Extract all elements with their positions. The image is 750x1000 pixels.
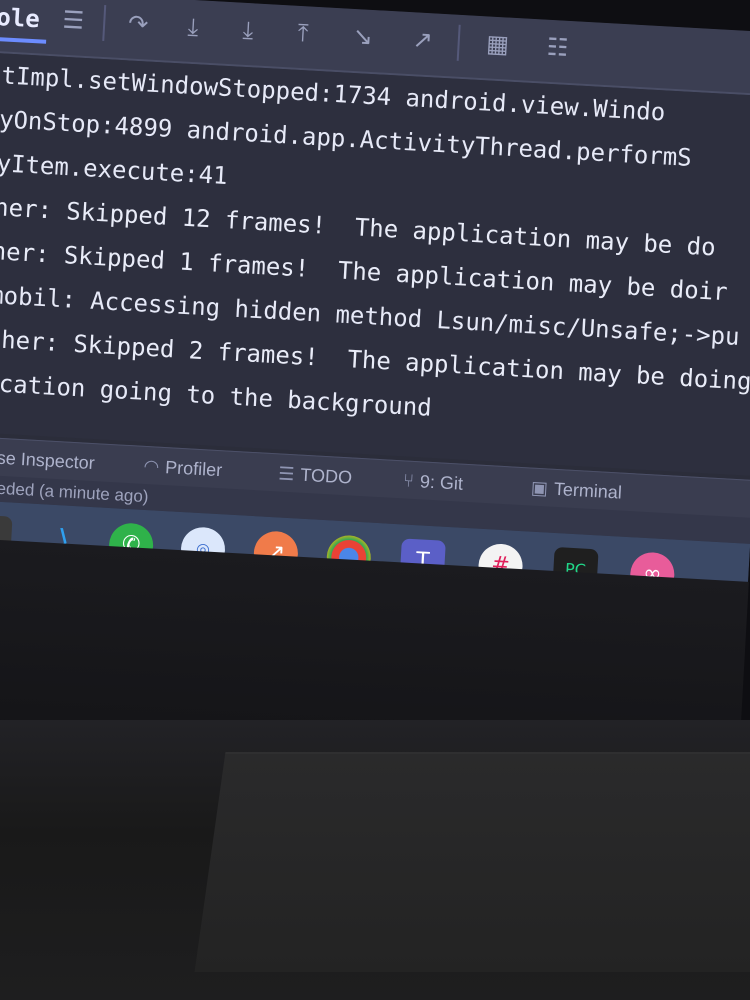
toolbar-divider — [456, 24, 461, 61]
step-out-icon[interactable]: ↗ — [407, 24, 439, 56]
git-branch-icon: ⑂ — [402, 470, 415, 491]
terminal-label: Terminal — [553, 478, 623, 503]
download-alt-icon[interactable]: ⤓ — [232, 14, 264, 46]
git-label: 9: Git — [419, 471, 464, 494]
tab-terminal[interactable]: ▣ Terminal — [530, 475, 622, 506]
toolbar-divider — [102, 4, 107, 42]
step-over-icon[interactable]: ↷ — [122, 8, 154, 40]
gauge-icon: ◠ — [143, 455, 160, 477]
desk-edge — [194, 752, 750, 972]
filter-icon[interactable]: ☷ — [542, 32, 574, 64]
logcat-output[interactable]: otImpl.setWindowStopped:1734 android.vie… — [0, 51, 750, 476]
list-icon: ☰ — [277, 463, 296, 485]
terminal-icon: ▣ — [530, 477, 549, 499]
table-icon[interactable]: ▦ — [482, 28, 514, 60]
tab-todo[interactable]: ☰ TODO — [278, 460, 353, 490]
download-icon[interactable]: ⤓ — [177, 11, 209, 43]
tab-database-inspector[interactable]: tabase Inspector — [0, 443, 95, 476]
log-line: lication going to the background — [0, 368, 433, 422]
tab-profiler[interactable]: ◠ Profiler — [143, 453, 223, 483]
list-icon[interactable]: ☰ — [58, 4, 90, 36]
photo-scene: ole ☰ ↷ ⤓ ⤓ ⤒ ↘ ↗ ▦ ☷ otImpl.setWindowSt… — [0, 0, 750, 1000]
tab-git[interactable]: ⑂ 9: Git — [402, 467, 464, 496]
upload-icon[interactable]: ⤒ — [287, 17, 319, 49]
database-inspector-label: tabase Inspector — [0, 445, 96, 474]
todo-label: TODO — [299, 464, 353, 488]
step-into-icon[interactable]: ↘ — [347, 21, 379, 53]
log-line: tyItem.execute:41 — [0, 148, 229, 191]
tab-console[interactable]: ole — [0, 0, 49, 44]
profiler-label: Profiler — [164, 457, 223, 481]
